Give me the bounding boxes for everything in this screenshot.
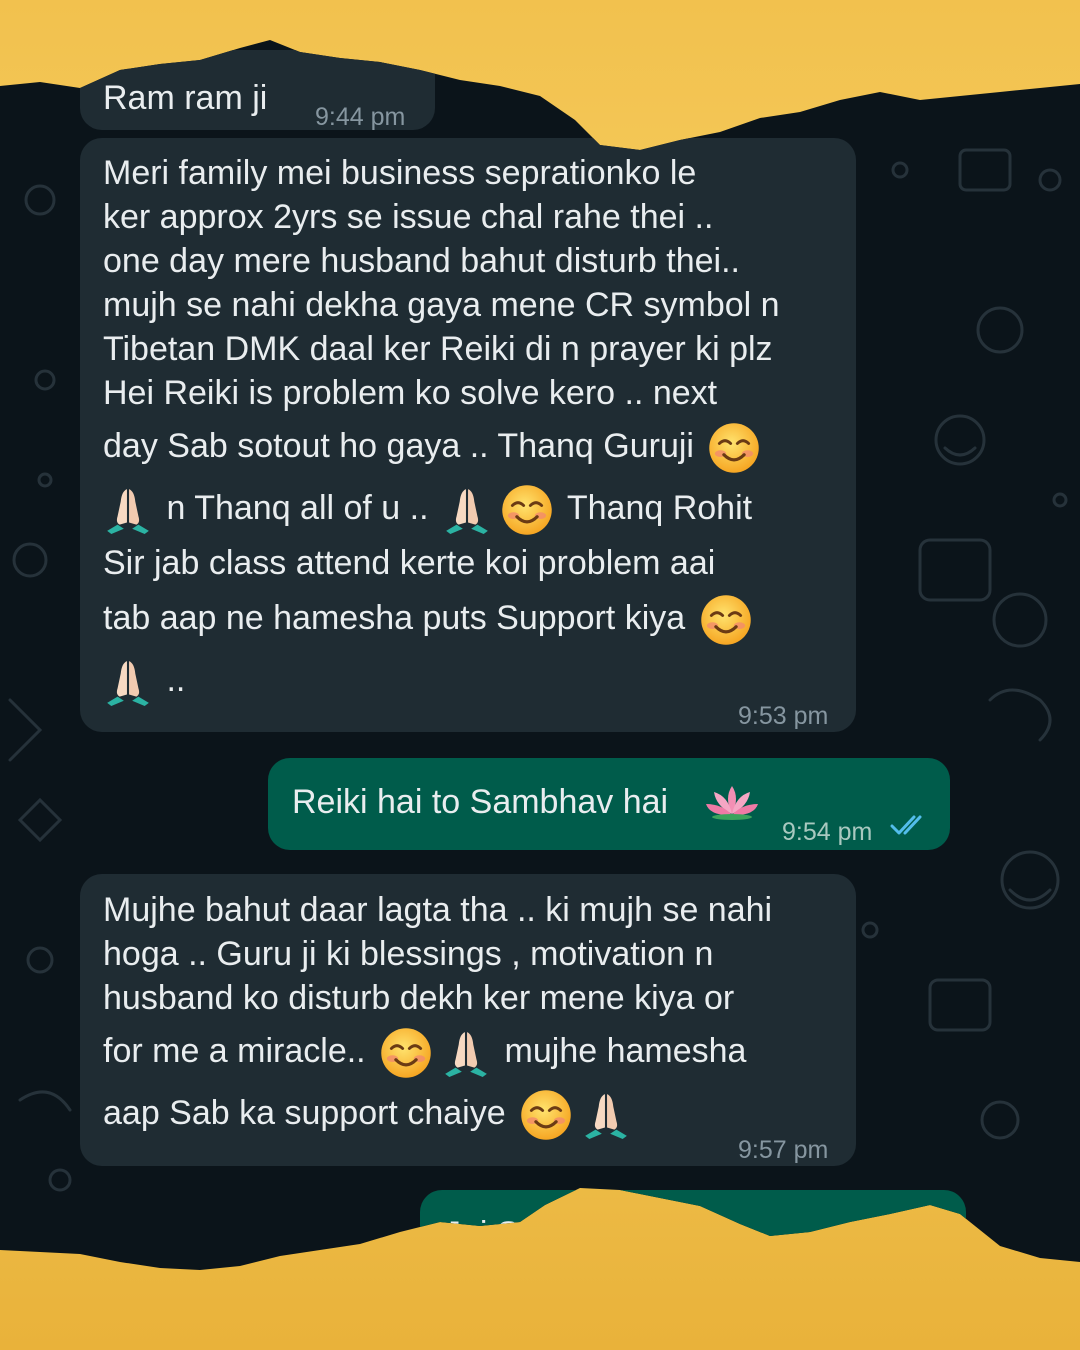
message-text: Ram ram ji xyxy=(103,79,268,117)
message-line: day Sab sotout ho gaya .. Thanq Guruji xyxy=(103,427,694,465)
chat-area[interactable]: Ram ram ji 9:44 pm Meri family mei busin… xyxy=(0,40,1080,1270)
message-line: Sir jab class attend kerte koi problem a… xyxy=(103,544,716,582)
message-line: n Thanq all of u .. xyxy=(166,489,429,527)
smiling-face-icon xyxy=(500,483,554,537)
folded-hands-icon xyxy=(441,1028,491,1078)
smiling-face-icon xyxy=(707,421,761,475)
message-line: husband ko disturb dekh ker mene kiya or xyxy=(103,979,735,1017)
message-line: Thanq Rohit xyxy=(566,489,753,527)
message-line: Tibetan DMK daal ker Reiki di n prayer k… xyxy=(103,330,773,368)
message-line: mujh se nahi dekha gaya mene CR symbol n xyxy=(103,286,780,324)
folded-hands-icon xyxy=(103,485,153,535)
folded-hands-icon xyxy=(581,1090,631,1140)
message-line: Hei Reiki is problem ko solve kero .. ne… xyxy=(103,374,718,412)
message-line: Meri family mei business seprationko le xyxy=(103,154,697,192)
folded-hands-icon xyxy=(442,485,492,535)
smiling-face-icon xyxy=(699,593,753,647)
message-line: aap Sab ka support chaiye xyxy=(103,1094,506,1132)
message-line: tab aap ne hamesha puts Support kiya xyxy=(103,599,686,637)
lotus-icon xyxy=(704,782,760,822)
message-bubble[interactable]: Mujhe bahut daar lagta tha .. ki mujh se… xyxy=(80,874,856,1166)
double-check-icon xyxy=(890,815,922,835)
message-line: mujhe hamesha xyxy=(504,1032,747,1070)
message-time: 9:53 pm xyxy=(738,702,829,730)
message-text: Jai S xyxy=(444,1215,520,1253)
outgoing-message-bubble[interactable]: Reiki hai to Sambhav hai 9:54 pm xyxy=(268,758,950,850)
message-line: for me a miracle.. xyxy=(103,1032,366,1070)
folded-hands-icon xyxy=(103,657,153,707)
message-bubble[interactable]: Ram ram ji 9:44 pm xyxy=(80,50,435,131)
smiling-face-icon xyxy=(519,1088,573,1142)
message-time: 9:54 pm xyxy=(782,818,873,846)
message-text: Reiki hai to Sambhav hai xyxy=(292,783,669,821)
message-bubble[interactable]: Meri family mei business seprationko le … xyxy=(80,138,856,732)
message-time: 9:57 pm xyxy=(738,1136,829,1164)
message-line: ker approx 2yrs se issue chal rahe thei … xyxy=(103,198,714,236)
message-line: Mujhe bahut daar lagta tha .. ki mujh se… xyxy=(103,891,773,929)
message-time: 9:44 pm xyxy=(315,103,406,131)
outgoing-message-bubble[interactable]: Jai S xyxy=(420,1190,966,1270)
message-line: one day mere husband bahut disturb thei.… xyxy=(103,242,740,280)
smiling-face-icon xyxy=(379,1026,433,1080)
message-line: hoga .. Guru ji ki blessings , motivatio… xyxy=(103,935,714,973)
message-line: .. xyxy=(166,661,186,699)
